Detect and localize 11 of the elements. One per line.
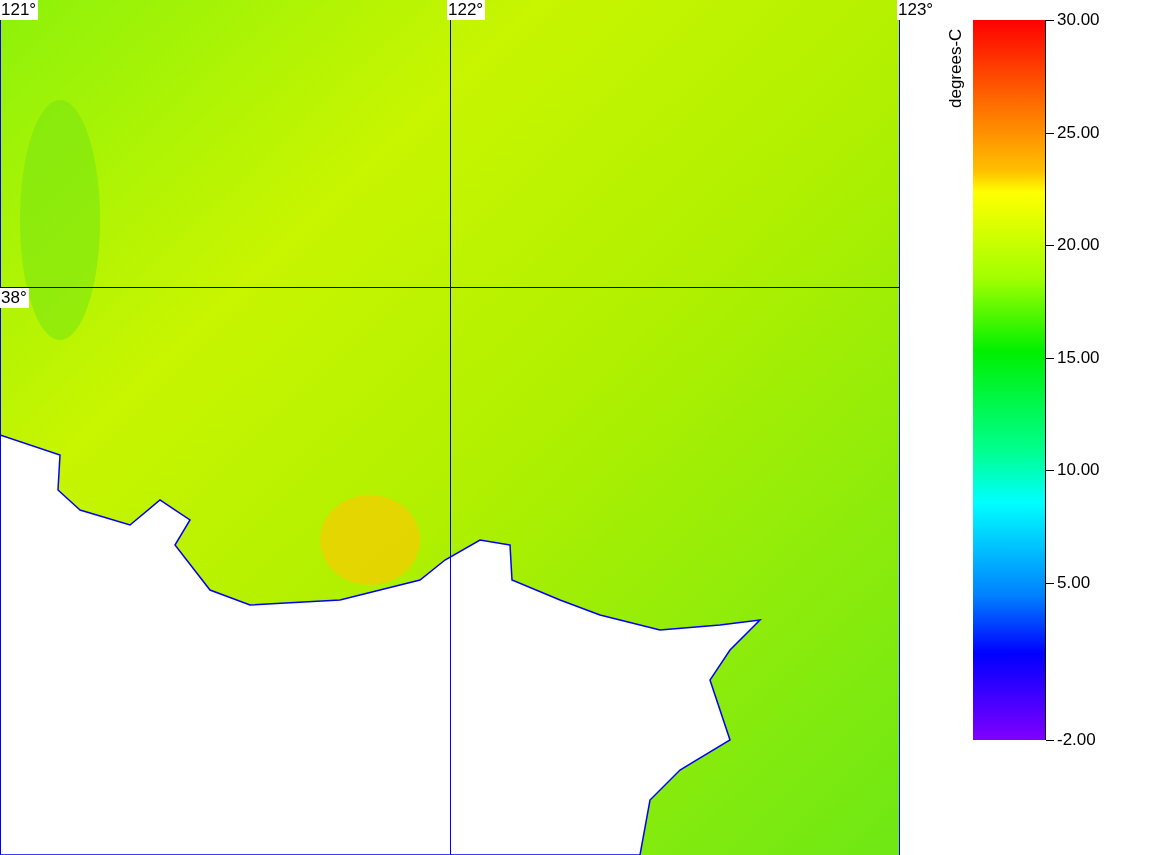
longitude-label: 121°	[0, 0, 39, 20]
scale-tick-label: 5.00	[1057, 572, 1091, 593]
latitude-label: 38°	[0, 288, 29, 308]
unit-label: degrees-C	[946, 27, 966, 110]
scale-tick-label: -2.00	[1057, 730, 1096, 750]
scale-tick-label: 30.00	[1057, 10, 1100, 30]
scale-tick-label: 25.00	[1057, 122, 1100, 143]
scale-tick-label: 10.00	[1057, 460, 1100, 480]
scale-tick-label: 20.00	[1057, 235, 1100, 255]
longitude-label: 122°	[447, 0, 486, 20]
scale-tick-label: 15.00	[1057, 347, 1100, 368]
